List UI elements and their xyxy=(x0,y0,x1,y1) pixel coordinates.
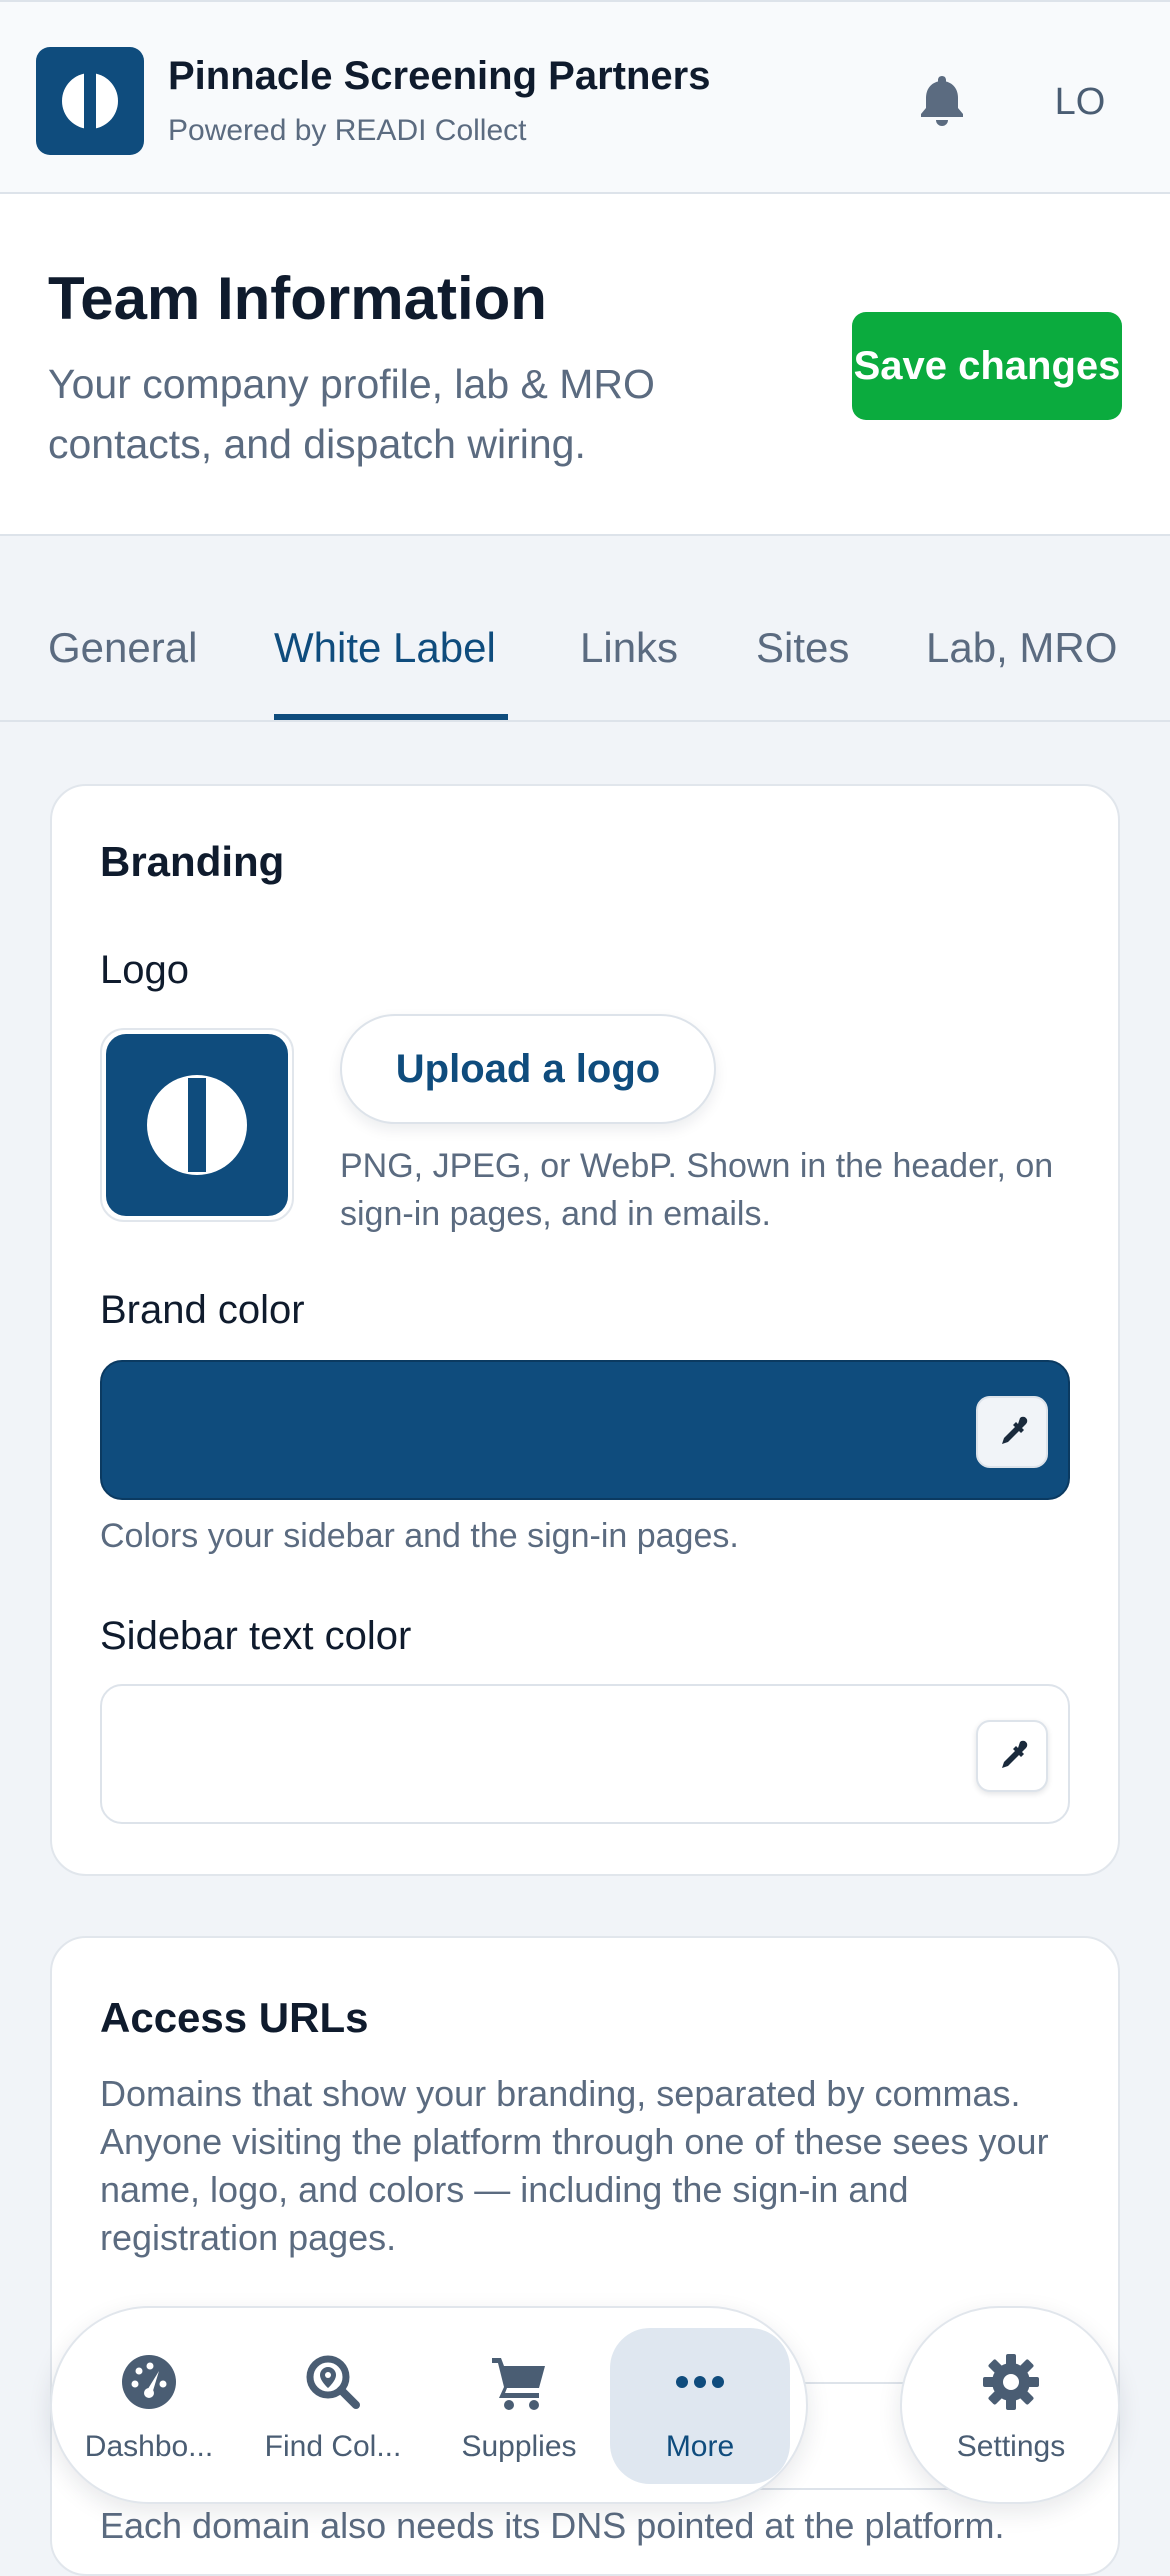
logo-mark-icon xyxy=(147,1075,247,1175)
nav-supplies-label: Supplies xyxy=(461,2430,577,2463)
nav-find-collectors[interactable]: Find Col... xyxy=(248,2328,418,2484)
branding-title: Branding xyxy=(100,838,285,885)
save-changes-button[interactable]: Save changes xyxy=(852,312,1122,420)
bottom-nav: Dashbo... Find Col... Supplies More xyxy=(50,2306,808,2504)
settings-tabs: General White Label Links Sites Lab, MRO xyxy=(0,536,1170,722)
nav-dashboard[interactable]: Dashbo... xyxy=(64,2328,234,2484)
nav-settings[interactable]: Settings xyxy=(900,2306,1120,2504)
brand-color-help-text: Colors your sidebar and the sign-in page… xyxy=(100,1517,739,1555)
page-description: Your company profile, lab & MRO contacts… xyxy=(48,361,655,467)
org-name: Pinnacle Screening Partners xyxy=(168,54,711,98)
powered-by-text: Powered by READI Collect xyxy=(168,114,527,147)
branding-card: Branding Logo Upload a logo PNG, JPEG, o… xyxy=(50,784,1120,1876)
sidebar-text-color-picker-button[interactable] xyxy=(976,1720,1048,1792)
more-dots-icon xyxy=(676,2376,724,2388)
tab-sites[interactable]: Sites xyxy=(756,624,849,672)
tab-links[interactable]: Links xyxy=(580,624,678,672)
cart-icon xyxy=(492,2358,545,2410)
tab-general[interactable]: General xyxy=(48,624,197,672)
nav-settings-label: Settings xyxy=(956,2430,1066,2463)
brand-color-field[interactable] xyxy=(100,1360,1070,1500)
logo-label: Logo xyxy=(100,948,189,992)
nav-dashboard-label: Dashbo... xyxy=(84,2430,214,2463)
search-pin-icon xyxy=(306,2355,360,2409)
logo-help-text: PNG, JPEG, or WebP. Shown in the header,… xyxy=(340,1147,1054,1233)
access-urls-description: Domains that show your branding, separat… xyxy=(100,2073,1049,2258)
app-header: Pinnacle Screening Partners Powered by R… xyxy=(0,0,1170,194)
gauge-icon xyxy=(122,2355,176,2409)
nav-find-collectors-label: Find Col... xyxy=(264,2430,402,2463)
eyedropper-icon xyxy=(1002,1416,1028,1444)
tab-white-label[interactable]: White Label xyxy=(274,624,496,672)
brand-color-picker-button[interactable] xyxy=(976,1396,1048,1468)
dns-help-text: Each domain also needs its DNS pointed a… xyxy=(100,2505,1005,2546)
nav-more[interactable]: More xyxy=(610,2328,790,2484)
logo-preview xyxy=(100,1028,294,1222)
nav-settings-inner: Settings xyxy=(926,2328,1096,2484)
org-logo xyxy=(36,47,144,155)
nav-more-label: More xyxy=(665,2430,735,2463)
nav-supplies[interactable]: Supplies xyxy=(434,2328,604,2484)
gear-icon xyxy=(983,2354,1039,2410)
sidebar-text-color-field[interactable] xyxy=(100,1684,1070,1824)
user-avatar[interactable]: LO xyxy=(1040,72,1120,132)
brand-color-label: Brand color xyxy=(100,1288,305,1332)
eyedropper-icon xyxy=(1002,1740,1028,1768)
active-tab-indicator xyxy=(274,714,508,720)
tab-lab-mro[interactable]: Lab, MRO xyxy=(926,624,1117,672)
page-title: Team Information xyxy=(48,265,547,332)
upload-logo-button[interactable]: Upload a logo xyxy=(340,1014,716,1124)
access-urls-title: Access URLs xyxy=(100,1994,369,2041)
page-title-section: Team Information Your company profile, l… xyxy=(0,194,1170,536)
sidebar-text-color-label: Sidebar text color xyxy=(100,1614,412,1658)
notifications-bell-icon[interactable] xyxy=(912,70,972,130)
